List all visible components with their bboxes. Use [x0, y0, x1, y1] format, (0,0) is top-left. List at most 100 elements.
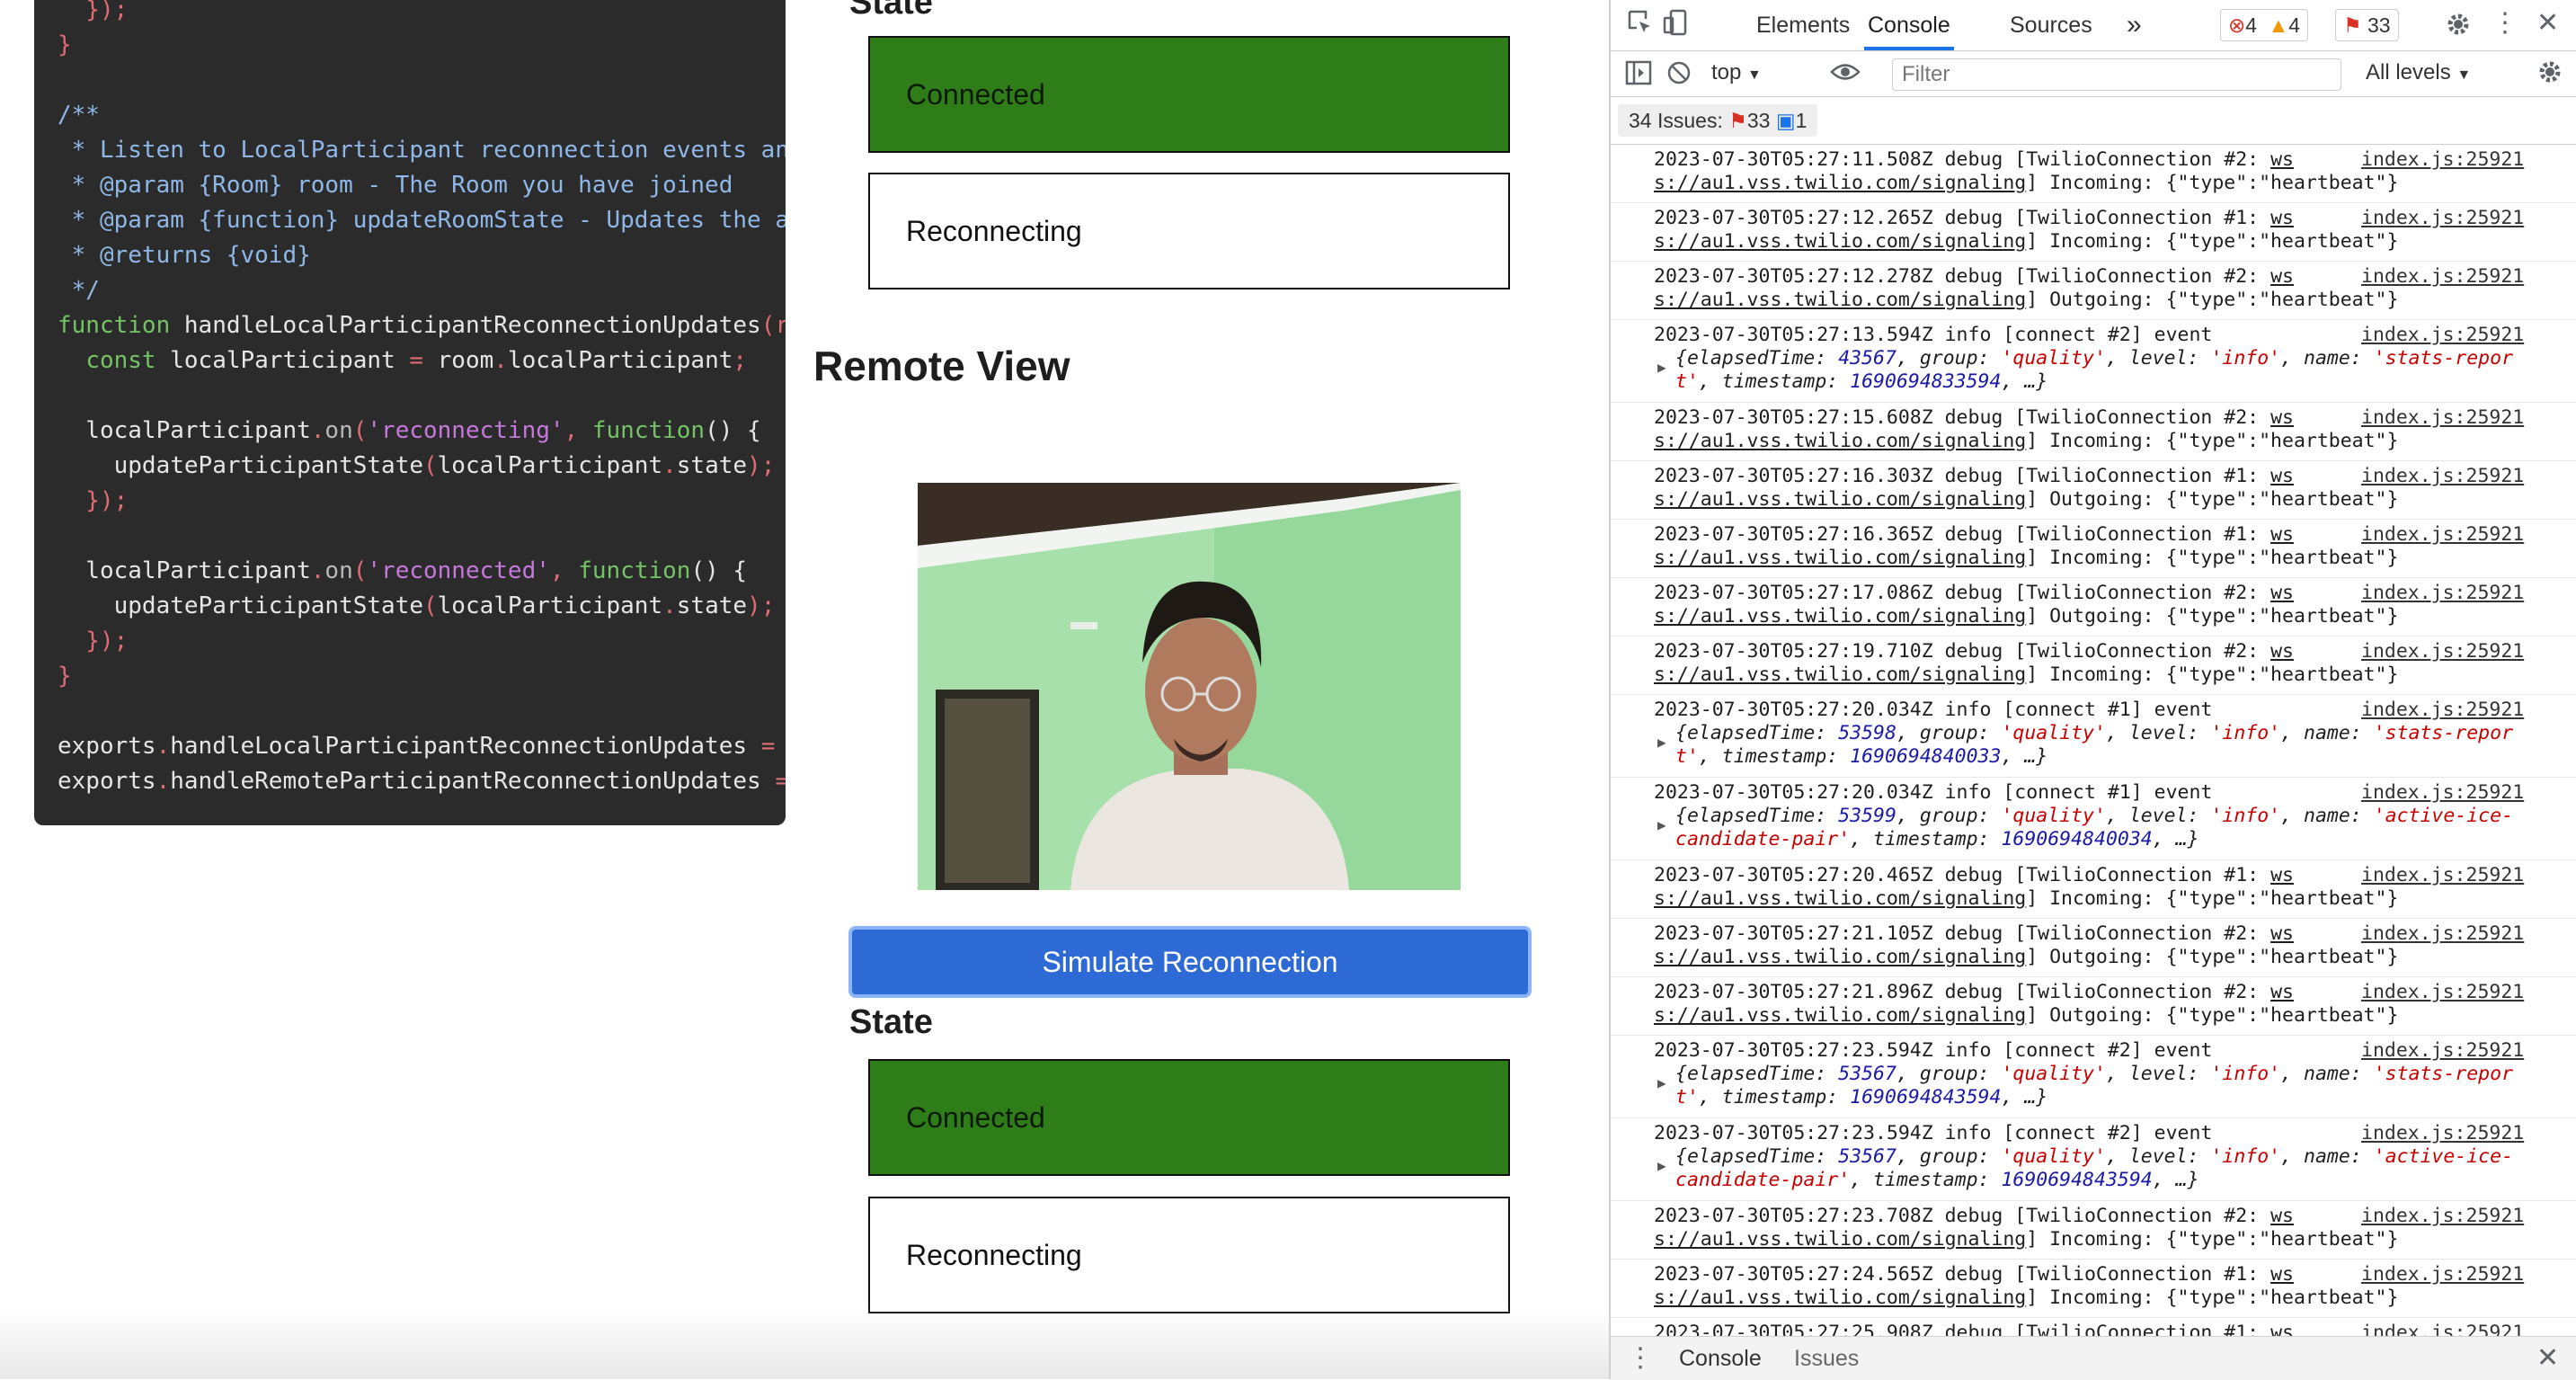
log-url-link[interactable]: ws [2270, 981, 2294, 1003]
log-source-link[interactable]: index.js:25921 [2361, 1322, 2524, 1336]
log-source-link[interactable]: index.js:25921 [2361, 640, 2524, 663]
log-url-link[interactable]: s://au1.vss.twilio.com/signaling [1654, 289, 2026, 311]
log-source-link[interactable]: index.js:25921 [2361, 207, 2524, 230]
log-source-link[interactable]: index.js:25921 [2361, 265, 2524, 289]
live-expression-eye-icon[interactable] [1830, 58, 1861, 92]
log-url-link[interactable]: s://au1.vss.twilio.com/signaling [1654, 172, 2026, 194]
log-url-link[interactable]: ws [2270, 1322, 2294, 1336]
log-url-link[interactable]: s://au1.vss.twilio.com/signaling [1654, 887, 2026, 910]
log-url-link[interactable]: s://au1.vss.twilio.com/signaling [1654, 547, 2026, 569]
log-source-link[interactable]: index.js:25921 [2361, 1205, 2524, 1228]
console-log-entry[interactable]: index.js:25921 2023-07-30T05:27:17.086Z d… [1611, 578, 2576, 637]
log-url-link[interactable]: s://au1.vss.twilio.com/signaling [1654, 663, 2026, 686]
drawer-menu-icon[interactable]: ⋮ [1627, 1342, 1654, 1374]
log-url-link[interactable]: ws [2270, 465, 2294, 487]
settings-gear-icon[interactable] [2445, 11, 2472, 44]
console-log-entry[interactable]: index.js:25921 2023-07-30T05:27:23.594Z i… [1611, 1118, 2576, 1201]
tab-elements[interactable]: Elements [1756, 0, 1850, 50]
log-url-link[interactable]: s://au1.vss.twilio.com/signaling [1654, 488, 2026, 511]
log-source-link[interactable]: index.js:25921 [2361, 981, 2524, 1004]
console-log-entry[interactable]: index.js:25921 2023-07-30T05:27:16.303Z d… [1611, 461, 2576, 520]
console-log-list[interactable]: index.js:25921 2023-07-30T05:27:11.508Z d… [1611, 145, 2576, 1336]
console-log-entry[interactable]: index.js:25921 2023-07-30T05:27:20.034Z i… [1611, 695, 2576, 778]
log-url-link[interactable]: ws [2270, 640, 2294, 663]
console-log-entry[interactable]: index.js:25921 2023-07-30T05:27:20.465Z d… [1611, 860, 2576, 919]
log-source-link[interactable]: index.js:25921 [2361, 1039, 2524, 1063]
log-source-link[interactable]: index.js:25921 [2361, 148, 2524, 172]
console-log-entry[interactable]: index.js:25921 2023-07-30T05:27:25.908Z d… [1611, 1318, 2576, 1336]
issues-counter[interactable]: ⚑ 33 [2335, 9, 2399, 41]
log-url-link[interactable]: s://au1.vss.twilio.com/signaling [1654, 430, 2026, 452]
log-url-link[interactable]: s://au1.vss.twilio.com/signaling [1654, 1004, 2026, 1027]
console-log-entry[interactable]: index.js:25921 2023-07-30T05:27:21.105Z d… [1611, 919, 2576, 977]
console-log-entry[interactable]: index.js:25921 2023-07-30T05:27:21.896Z d… [1611, 977, 2576, 1036]
log-source-link[interactable]: index.js:25921 [2361, 1122, 2524, 1145]
expand-triangle-icon[interactable]: ▶ [1657, 814, 1666, 837]
console-log-entry[interactable]: index.js:25921 2023-07-30T05:27:23.708Z d… [1611, 1201, 2576, 1260]
console-log-entry[interactable]: index.js:25921 2023-07-30T05:27:24.565Z d… [1611, 1260, 2576, 1318]
log-source-link[interactable]: index.js:25921 [2361, 922, 2524, 946]
tab-console[interactable]: Console [1864, 0, 1954, 50]
expand-triangle-icon[interactable]: ▶ [1657, 1154, 1666, 1178]
log-payload: {"type":"heartbeat"} [2165, 663, 2399, 686]
log-text: : [2247, 1322, 2271, 1336]
console-log-entry[interactable]: index.js:25921 2023-07-30T05:27:12.278Z d… [1611, 262, 2576, 320]
log-url-link[interactable]: ws [2270, 582, 2294, 604]
context-selector[interactable]: top ▼ [1711, 60, 1762, 85]
console-log-entry[interactable]: index.js:25921 2023-07-30T05:27:12.265Z d… [1611, 203, 2576, 262]
issues-summary-button[interactable]: 34 Issues: ⚑33 ▣1 [1618, 104, 1818, 137]
console-log-entry[interactable]: index.js:25921 2023-07-30T05:27:19.710Z d… [1611, 637, 2576, 695]
log-source-link[interactable]: index.js:25921 [2361, 523, 2524, 547]
error-warning-counter[interactable]: ⊗4 ▲4 [2220, 9, 2309, 41]
device-toolbar-icon[interactable] [1663, 9, 1690, 42]
log-source-link[interactable]: index.js:25921 [2361, 699, 2524, 722]
simulate-reconnection-button[interactable]: Simulate Reconnection [848, 926, 1532, 998]
console-log-entry[interactable]: index.js:25921 2023-07-30T05:27:16.365Z d… [1611, 520, 2576, 578]
expand-triangle-icon[interactable]: ▶ [1657, 731, 1666, 754]
clear-console-icon[interactable] [1666, 60, 1692, 92]
expand-triangle-icon[interactable]: ▶ [1657, 1072, 1666, 1095]
sidebar-toggle-icon[interactable] [1625, 60, 1652, 92]
log-source-link[interactable]: index.js:25921 [2361, 582, 2524, 605]
log-url-link[interactable]: ws [2270, 1205, 2294, 1227]
log-source-link[interactable]: index.js:25921 [2361, 864, 2524, 887]
console-filter-input[interactable]: Filter [1892, 58, 2341, 91]
expand-triangle-icon[interactable]: ▶ [1657, 356, 1666, 379]
inspect-element-icon[interactable] [1627, 9, 1654, 42]
drawer-tab-issues[interactable]: Issues [1794, 1346, 1859, 1372]
console-settings-gear-icon[interactable] [2536, 58, 2563, 92]
log-url-link[interactable]: ws [2270, 864, 2294, 886]
tab-sources[interactable]: Sources [2010, 0, 2092, 50]
console-log-entry[interactable]: index.js:25921 2023-07-30T05:27:23.594Z i… [1611, 1036, 2576, 1118]
log-source-link[interactable]: index.js:25921 [2361, 324, 2524, 347]
log-url-link[interactable]: ws [2270, 148, 2294, 171]
console-log-entry[interactable]: index.js:25921 2023-07-30T05:27:15.608Z d… [1611, 403, 2576, 461]
log-url-link[interactable]: s://au1.vss.twilio.com/signaling [1654, 230, 2026, 253]
log-source-link[interactable]: index.js:25921 [2361, 781, 2524, 805]
log-url-link[interactable]: ws [2270, 265, 2294, 288]
log-url-link[interactable]: ws [2270, 1263, 2294, 1286]
log-url-link[interactable]: s://au1.vss.twilio.com/signaling [1654, 605, 2026, 628]
close-drawer-icon[interactable]: ✕ [2536, 1342, 2559, 1374]
log-connection-id: #2 [2224, 981, 2248, 1003]
console-log-entry[interactable]: index.js:25921 2023-07-30T05:27:20.034Z i… [1611, 778, 2576, 860]
log-source-link[interactable]: index.js:25921 [2361, 1263, 2524, 1287]
drawer-tab-console[interactable]: Console [1679, 1346, 1762, 1372]
console-log-entry[interactable]: index.js:25921 2023-07-30T05:27:11.508Z d… [1611, 145, 2576, 203]
close-devtools-icon[interactable]: ✕ [2536, 7, 2559, 39]
log-url-link[interactable]: ws [2270, 207, 2294, 229]
log-source-link[interactable]: index.js:25921 [2361, 465, 2524, 488]
log-url-link[interactable]: s://au1.vss.twilio.com/signaling [1654, 1228, 2026, 1251]
log-url-link[interactable]: ws [2270, 406, 2294, 429]
more-options-icon[interactable]: ⋮ [2492, 7, 2518, 39]
log-url-link[interactable]: ws [2270, 523, 2294, 546]
log-source-link[interactable]: index.js:25921 [2361, 406, 2524, 430]
log-levels-dropdown[interactable]: All levels ▼ [2366, 60, 2471, 85]
state-heading: State [849, 1003, 933, 1041]
log-url-link[interactable]: s://au1.vss.twilio.com/signaling [1654, 1287, 2026, 1309]
more-tabs-icon[interactable]: » [2127, 0, 2142, 50]
log-url-link[interactable]: s://au1.vss.twilio.com/signaling [1654, 946, 2026, 968]
log-url-link[interactable]: ws [2270, 922, 2294, 945]
console-log-entry[interactable]: index.js:25921 2023-07-30T05:27:13.594Z i… [1611, 320, 2576, 403]
log-object-string: 'quality' [2001, 805, 2106, 827]
